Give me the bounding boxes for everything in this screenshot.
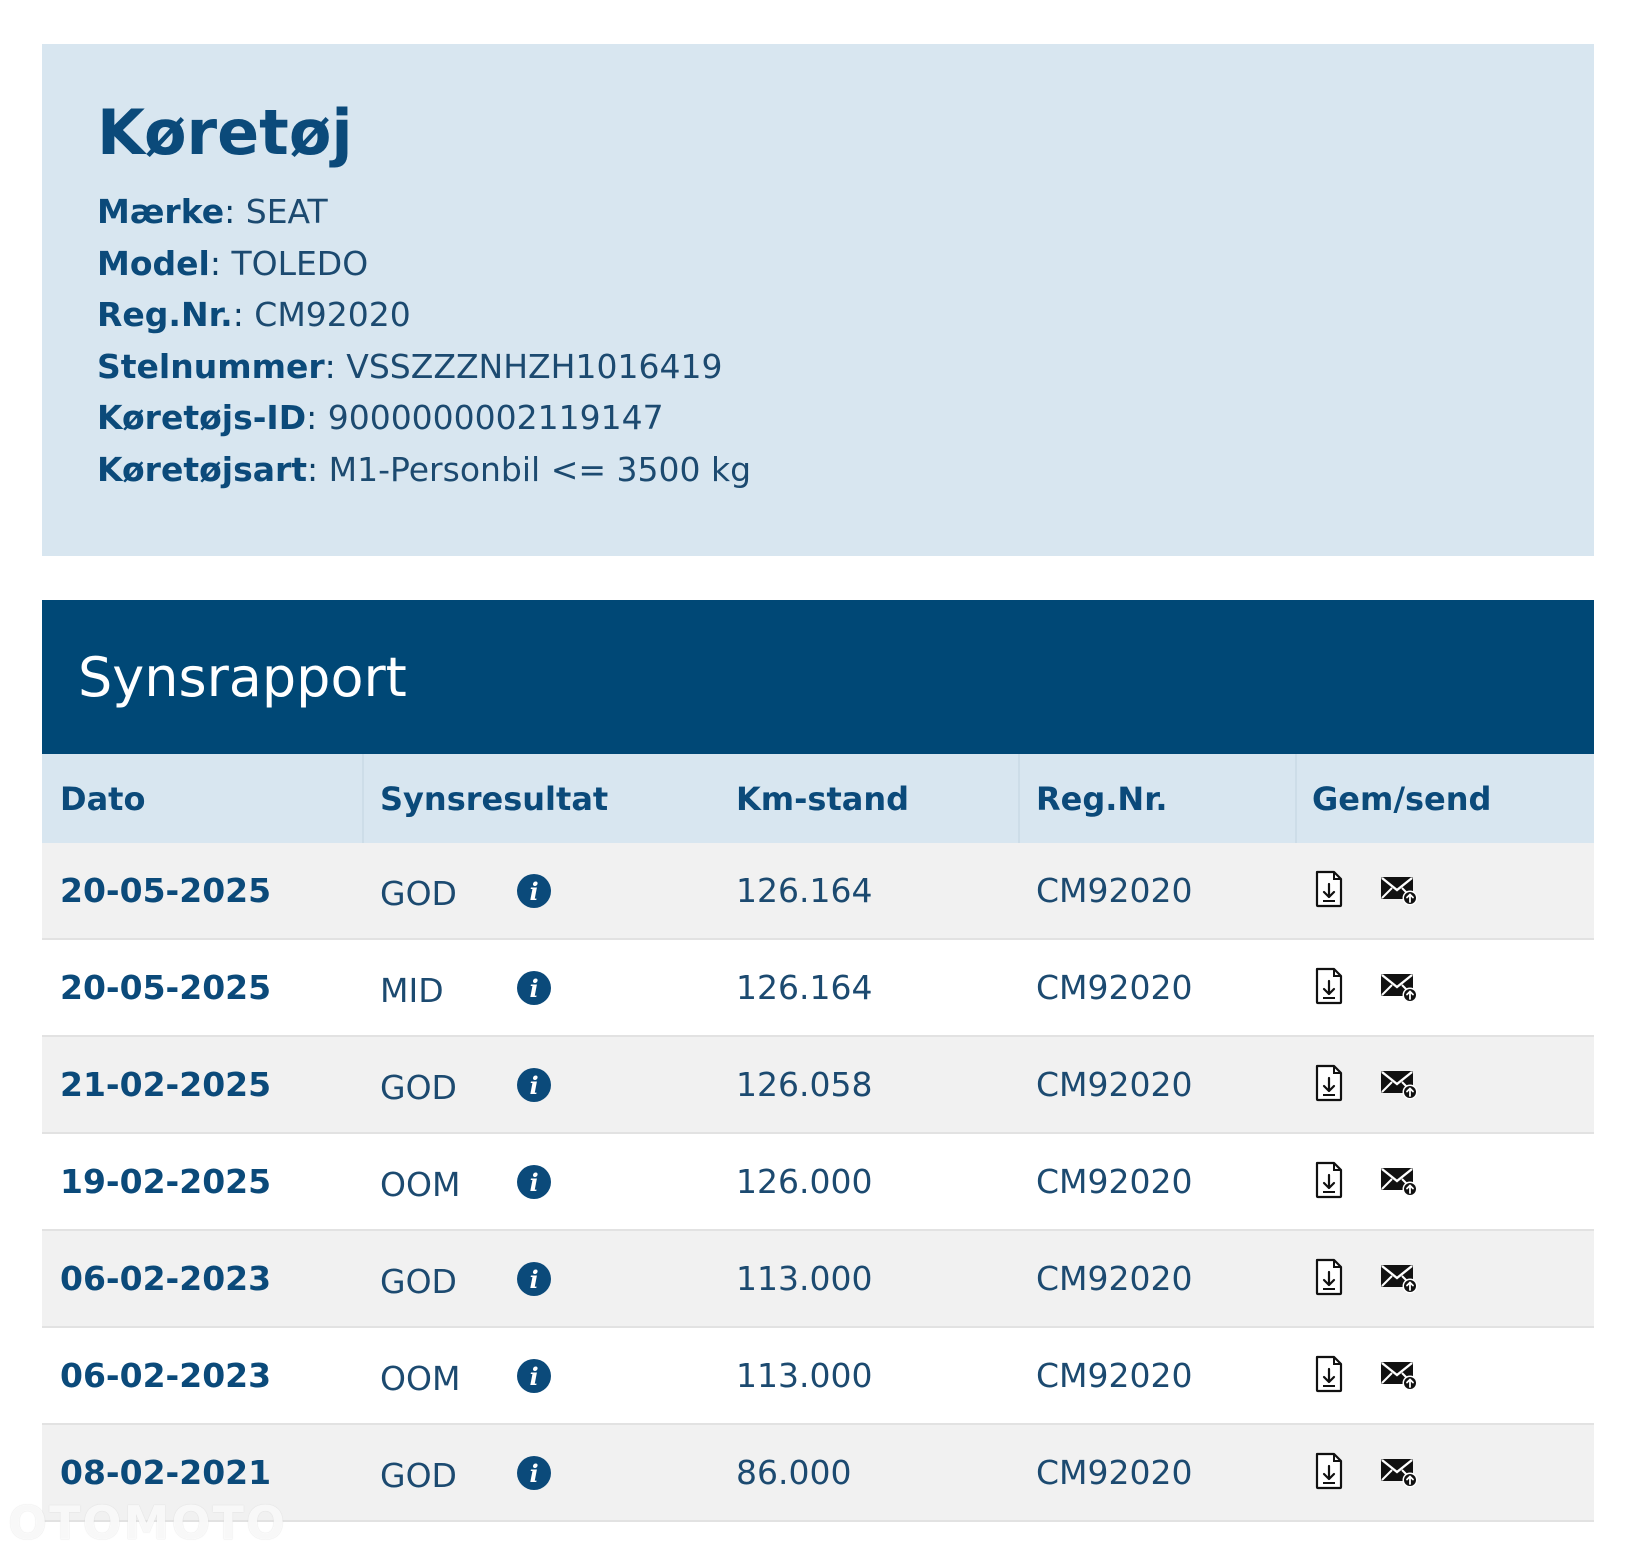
vehicle-field-row: Model: TOLEDO (97, 238, 1594, 290)
row-reg: CM92020 (1036, 1162, 1193, 1201)
vehicle-field-separator: : (306, 398, 328, 437)
inspection-table: Dato Synsresultat Km-stand Reg.Nr. Gem/s… (42, 754, 1594, 1522)
table-row: 19-02-2025 OOM i 126.000 CM92020 (42, 1134, 1594, 1231)
vehicle-field-row: Køretøjsart: M1-Personbil <= 3500 kg (97, 444, 1594, 496)
col-header-result: Synsresultat (380, 779, 609, 818)
row-result: GOD (380, 874, 457, 913)
row-date: 19-02-2025 (60, 1162, 272, 1201)
vehicle-field-row: Reg.Nr.: CM92020 (97, 289, 1594, 341)
table-row: 20-05-2025 GOD i 126.164 CM92020 (42, 843, 1594, 940)
row-km: 126.164 (736, 871, 873, 910)
row-km: 86.000 (736, 1453, 852, 1492)
row-date: 06-02-2023 (60, 1259, 272, 1298)
vehicle-fields: Mærke: SEAT Model: TOLEDO Reg.Nr.: CM92020… (97, 186, 1594, 495)
mail-send-icon[interactable] (1379, 873, 1419, 911)
row-km: 126.058 (736, 1065, 873, 1104)
vehicle-field-value: M1-Personbil <= 3500 kg (328, 449, 752, 489)
col-divider (362, 754, 364, 843)
vehicle-field-label: Reg.Nr. (97, 295, 233, 334)
mail-send-icon[interactable] (1379, 1261, 1419, 1299)
document-download-icon[interactable] (1314, 1161, 1344, 1203)
table-body: 20-05-2025 GOD i 126.164 CM92020 20-05-2025 MI… (42, 843, 1594, 1522)
info-icon[interactable]: i (517, 874, 551, 908)
vehicle-info-panel: Køretøj Mærke: SEAT Model: TOLEDO Reg.Nr.:… (42, 44, 1594, 556)
vehicle-field-value: 9000000002119147 (327, 398, 664, 437)
document-download-icon[interactable] (1314, 1355, 1344, 1397)
mail-send-icon[interactable] (1379, 1067, 1419, 1105)
mail-send-icon[interactable] (1379, 1455, 1419, 1493)
col-header-reg: Reg.Nr. (1036, 779, 1168, 818)
document-download-icon[interactable] (1314, 870, 1344, 912)
row-date: 21-02-2025 (60, 1065, 272, 1104)
vehicle-field-label: Køretøjs-ID (97, 398, 307, 437)
vehicle-field-separator: : (307, 449, 329, 489)
row-km: 113.000 (736, 1356, 873, 1395)
col-divider (1018, 754, 1020, 843)
row-result: GOD (380, 1068, 457, 1107)
info-icon[interactable]: i (517, 1359, 551, 1393)
col-header-date: Dato (60, 779, 146, 818)
vehicle-field-label: Mærke (97, 192, 225, 231)
vehicle-field-value: TOLEDO (231, 243, 369, 283)
document-download-icon[interactable] (1314, 1258, 1344, 1300)
mail-send-icon[interactable] (1379, 1358, 1419, 1396)
row-result: OOM (380, 1359, 461, 1398)
vehicle-field-row: Køretøjs-ID: 9000000002119147 (97, 392, 1594, 444)
watermark-logo: OTOMOTO (8, 1496, 287, 1550)
info-icon[interactable]: i (517, 971, 551, 1005)
info-icon[interactable]: i (517, 1456, 551, 1490)
row-reg: CM92020 (1036, 1259, 1193, 1298)
info-icon[interactable]: i (517, 1262, 551, 1296)
mail-send-icon[interactable] (1379, 1164, 1419, 1202)
col-divider (1295, 754, 1297, 843)
mail-send-icon[interactable] (1379, 970, 1419, 1008)
vehicle-field-separator: : (224, 192, 246, 231)
row-reg: CM92020 (1036, 968, 1193, 1007)
row-result: MID (380, 971, 444, 1010)
vehicle-field-label: Køretøjsart (97, 449, 308, 489)
vehicle-field-value: CM92020 (254, 295, 411, 334)
row-reg: CM92020 (1036, 1453, 1193, 1492)
row-date: 06-02-2023 (60, 1356, 272, 1395)
vehicle-field-separator: : (232, 295, 255, 334)
report-title: Synsrapport (78, 645, 407, 709)
vehicle-field-separator: : (324, 346, 347, 386)
row-km: 126.000 (736, 1162, 873, 1201)
table-row: 06-02-2023 GOD i 113.000 CM92020 (42, 1231, 1594, 1328)
vehicle-field-label: Model (97, 243, 210, 283)
row-reg: CM92020 (1036, 1065, 1193, 1104)
row-date: 20-05-2025 (60, 871, 272, 910)
document-download-icon[interactable] (1314, 1452, 1344, 1494)
document-download-icon[interactable] (1314, 1064, 1344, 1106)
table-row: 20-05-2025 MID i 126.164 CM92020 (42, 940, 1594, 1037)
vehicle-title: Køretøj (97, 96, 353, 169)
row-km: 113.000 (736, 1259, 873, 1298)
info-icon[interactable]: i (517, 1165, 551, 1199)
vehicle-field-separator: : (209, 243, 232, 283)
row-km: 126.164 (736, 968, 873, 1007)
report-header: Synsrapport (42, 600, 1594, 754)
info-icon[interactable]: i (517, 1068, 551, 1102)
row-reg: CM92020 (1036, 871, 1193, 910)
vehicle-field-row: Mærke: SEAT (97, 186, 1594, 238)
table-row: 06-02-2023 OOM i 113.000 CM92020 (42, 1328, 1594, 1425)
vehicle-field-value: SEAT (245, 192, 328, 231)
row-date: 20-05-2025 (60, 968, 272, 1007)
row-result: OOM (380, 1165, 461, 1204)
col-header-km: Km-stand (736, 779, 910, 818)
table-row: 21-02-2025 GOD i 126.058 CM92020 (42, 1037, 1594, 1134)
document-download-icon[interactable] (1314, 967, 1344, 1009)
row-reg: CM92020 (1036, 1356, 1193, 1395)
table-header: Dato Synsresultat Km-stand Reg.Nr. Gem/s… (42, 754, 1594, 843)
vehicle-field-label: Stelnummer (97, 346, 325, 386)
row-result: GOD (380, 1456, 457, 1495)
col-header-save-send: Gem/send (1312, 779, 1492, 818)
vehicle-field-row: Stelnummer: VSSZZZNHZH1016419 (97, 341, 1594, 393)
row-result: GOD (380, 1262, 457, 1301)
vehicle-field-value: VSSZZZNHZH1016419 (346, 346, 723, 386)
